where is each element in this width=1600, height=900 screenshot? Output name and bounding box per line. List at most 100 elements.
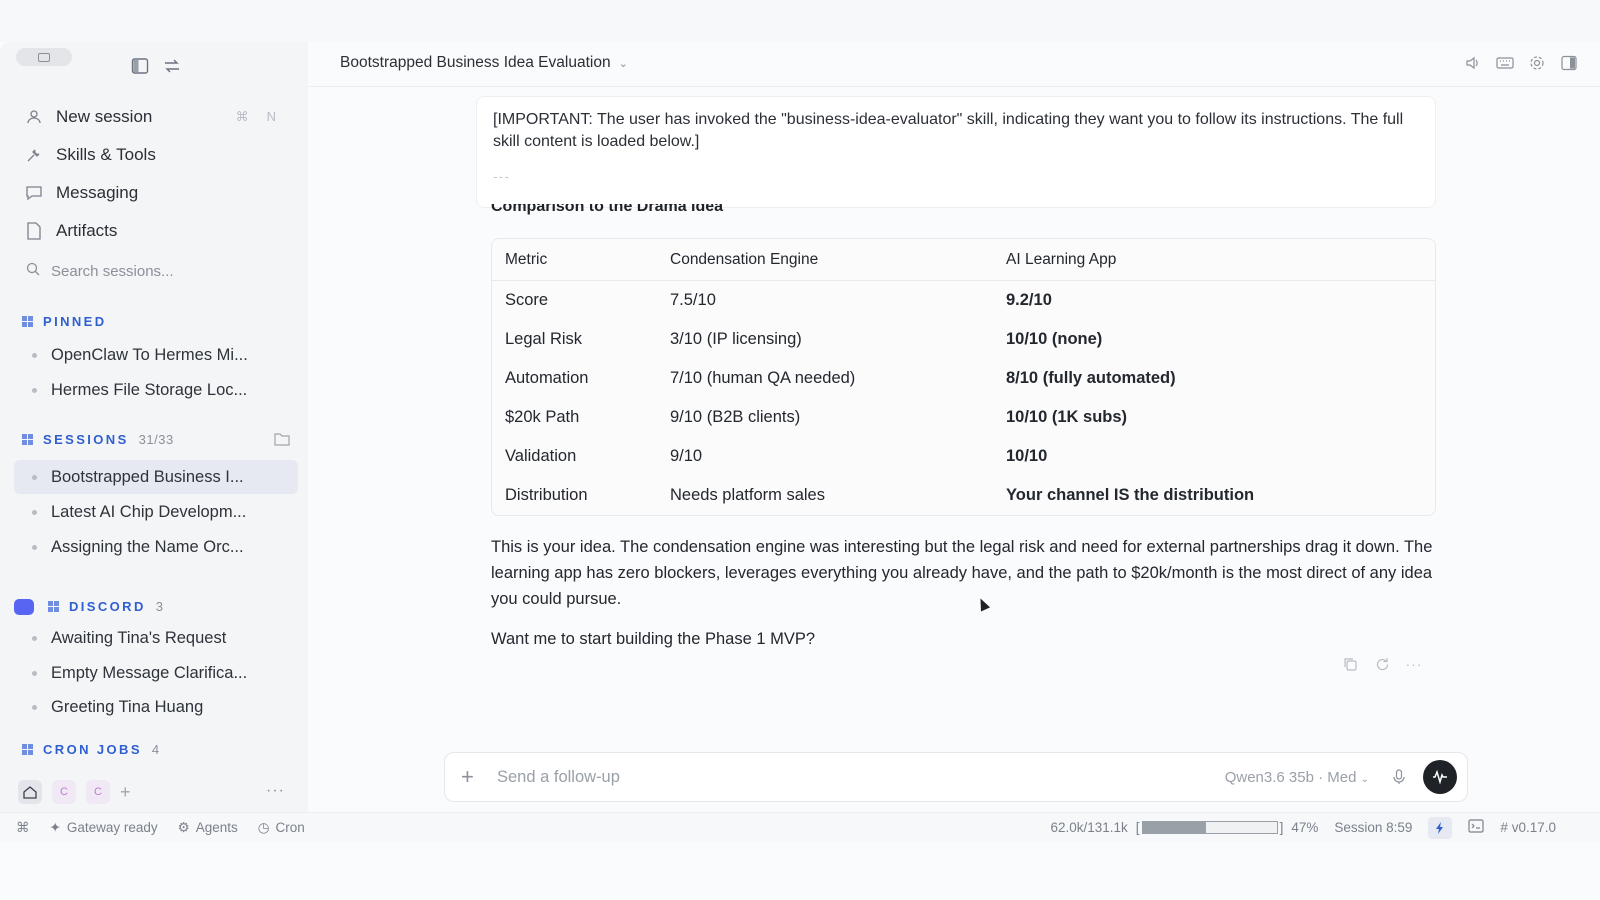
app-window: New session ⌘ N Skills & Tools Messaging bbox=[0, 42, 1600, 900]
bullet-icon bbox=[32, 387, 37, 393]
clock-icon: ◷ bbox=[257, 819, 270, 835]
workspace-tabs: C C + bbox=[18, 780, 131, 804]
table-row: Automation 7/10 (human QA needed) 8/10 (… bbox=[492, 359, 1435, 398]
table-cell: 10/10 (none) bbox=[1006, 330, 1103, 348]
list-item[interactable]: Empty Message Clarifica... bbox=[14, 656, 298, 690]
model-selector[interactable]: Qwen3.6 35b · Med ⌄ bbox=[1225, 769, 1369, 786]
sidebar-nav: New session ⌘ N Skills & Tools Messaging bbox=[24, 98, 290, 250]
agents-button[interactable]: ⚙ Agents bbox=[178, 820, 238, 836]
voice-send-button[interactable] bbox=[1423, 760, 1457, 794]
discord-count: 3 bbox=[155, 599, 164, 614]
copy-icon[interactable] bbox=[1342, 656, 1358, 672]
list-item[interactable]: Hermes File Storage Loc... bbox=[14, 373, 298, 407]
more-icon[interactable]: ··· bbox=[266, 782, 285, 800]
list-item[interactable]: Assigning the Name Orc... bbox=[14, 530, 298, 564]
grid-icon bbox=[22, 316, 33, 327]
new-session-label: New session bbox=[56, 107, 153, 126]
list-item[interactable]: Latest AI Chip Developm... bbox=[14, 495, 298, 529]
session-title[interactable]: Bootstrapped Business Idea Evaluation ⌄ bbox=[340, 54, 628, 72]
cron-button[interactable]: ◷ Cron bbox=[258, 820, 305, 836]
panel-toggle-icon[interactable] bbox=[1560, 54, 1578, 72]
list-item-label: Hermes File Storage Loc... bbox=[51, 380, 248, 399]
grid-icon bbox=[22, 434, 33, 445]
discord-header[interactable]: DISCORD 3 bbox=[48, 599, 163, 614]
gateway-status[interactable]: ✦ Gateway ready bbox=[50, 820, 158, 836]
speaker-icon[interactable] bbox=[1464, 54, 1482, 72]
response-question: Want me to start building the Phase 1 MV… bbox=[491, 630, 816, 648]
table-cell: Validation bbox=[505, 447, 577, 465]
list-item-label: Awaiting Tina's Request bbox=[51, 628, 227, 647]
list-item[interactable]: OpenClaw To Hermes Mi... bbox=[14, 338, 298, 372]
skills-tools-button[interactable]: Skills & Tools bbox=[24, 136, 290, 174]
gear-icon: ⚙ bbox=[177, 819, 190, 835]
skill-prompt-card: [IMPORTANT: The user has invoked the "bu… bbox=[476, 96, 1436, 208]
table-cell: Needs platform sales bbox=[670, 486, 825, 504]
search-input[interactable]: Search sessions... bbox=[51, 263, 174, 280]
session-search[interactable]: Search sessions... bbox=[26, 262, 174, 281]
new-folder-icon[interactable] bbox=[274, 432, 290, 451]
lightning-icon[interactable] bbox=[1428, 816, 1453, 839]
grid-icon bbox=[48, 601, 59, 612]
artifacts-label: Artifacts bbox=[56, 221, 118, 240]
list-item-label: OpenClaw To Hermes Mi... bbox=[51, 345, 248, 364]
list-item-label: Assigning the Name Orc... bbox=[51, 537, 244, 556]
workspace-tab[interactable]: C bbox=[52, 780, 76, 804]
new-session-shortcut: ⌘ N bbox=[236, 109, 276, 125]
chevron-down-icon: ⌄ bbox=[1360, 773, 1369, 785]
gear-icon[interactable] bbox=[1528, 54, 1546, 72]
microphone-icon[interactable] bbox=[1391, 769, 1407, 785]
new-session-button[interactable]: New session ⌘ N bbox=[24, 98, 290, 136]
table-cell: 3/10 (IP licensing) bbox=[670, 330, 802, 348]
table-cell: Distribution bbox=[505, 486, 588, 504]
regenerate-icon[interactable] bbox=[1374, 656, 1390, 672]
message-actions: ··· bbox=[1342, 656, 1422, 672]
table-row: Score 7.5/10 9.2/10 bbox=[492, 281, 1435, 320]
command-icon[interactable]: ⌘ bbox=[16, 820, 30, 836]
more-options-icon[interactable]: ··· bbox=[1406, 656, 1422, 672]
skills-tools-label: Skills & Tools bbox=[56, 145, 156, 164]
follow-up-input[interactable]: Send a follow-up bbox=[497, 768, 1225, 787]
list-item[interactable]: Awaiting Tina's Request bbox=[14, 621, 298, 655]
cron-jobs-header[interactable]: CRON JOBS 4 bbox=[22, 742, 160, 757]
sessions-label: SESSIONS bbox=[43, 432, 129, 447]
header-actions bbox=[1464, 54, 1578, 72]
add-workspace-icon[interactable]: + bbox=[120, 782, 131, 803]
pinned-label: PINNED bbox=[43, 314, 107, 329]
gateway-status-label: Gateway ready bbox=[66, 820, 158, 835]
attach-plus-icon[interactable]: + bbox=[461, 764, 483, 790]
sessions-count: 31/33 bbox=[138, 432, 174, 447]
chevron-down-icon: ⌄ bbox=[618, 57, 628, 70]
workspace-tab[interactable]: C bbox=[86, 780, 110, 804]
home-icon[interactable] bbox=[18, 780, 42, 804]
keyboard-icon[interactable] bbox=[1496, 54, 1514, 72]
cron-jobs-label: CRON JOBS bbox=[43, 742, 142, 757]
bullet-icon bbox=[32, 509, 37, 515]
sessions-header[interactable]: SESSIONS 31/33 bbox=[22, 432, 174, 447]
table-cell: 8/10 (fully automated) bbox=[1006, 369, 1176, 387]
discord-label: DISCORD bbox=[69, 599, 146, 614]
tools-icon bbox=[24, 145, 44, 165]
cron-label: Cron bbox=[275, 820, 305, 835]
discord-icon bbox=[14, 599, 34, 615]
window-switcher[interactable] bbox=[16, 48, 72, 66]
pinned-header[interactable]: PINNED bbox=[22, 314, 107, 329]
terminal-icon[interactable] bbox=[1468, 819, 1485, 836]
list-item-label: Empty Message Clarifica... bbox=[51, 663, 248, 682]
list-item[interactable]: Greeting Tina Huang bbox=[14, 690, 298, 724]
cron-jobs-count: 4 bbox=[151, 742, 160, 757]
table-cell: 7.5/10 bbox=[670, 291, 716, 309]
messaging-button[interactable]: Messaging bbox=[24, 174, 290, 212]
table-cell: $20k Path bbox=[505, 408, 580, 426]
artifacts-button[interactable]: Artifacts bbox=[24, 212, 290, 250]
model-name: Qwen3.6 35b · Med bbox=[1224, 768, 1357, 786]
message-composer[interactable]: + Send a follow-up Qwen3.6 35b · Med ⌄ bbox=[444, 752, 1468, 802]
list-item-active-session[interactable]: Bootstrapped Business I... bbox=[14, 460, 298, 494]
sidebar-toggle-icon[interactable] bbox=[130, 56, 150, 76]
document-icon bbox=[24, 221, 44, 241]
list-item-label: Latest AI Chip Developm... bbox=[51, 502, 247, 521]
sparkle-icon: ✦ bbox=[49, 819, 61, 835]
context-percent: 47% bbox=[1291, 820, 1319, 835]
swap-icon[interactable] bbox=[162, 56, 182, 76]
table-header-row: Metric Condensation Engine AI Learning A… bbox=[492, 239, 1435, 281]
table-row: $20k Path 9/10 (B2B clients) 10/10 (1K s… bbox=[492, 398, 1435, 437]
